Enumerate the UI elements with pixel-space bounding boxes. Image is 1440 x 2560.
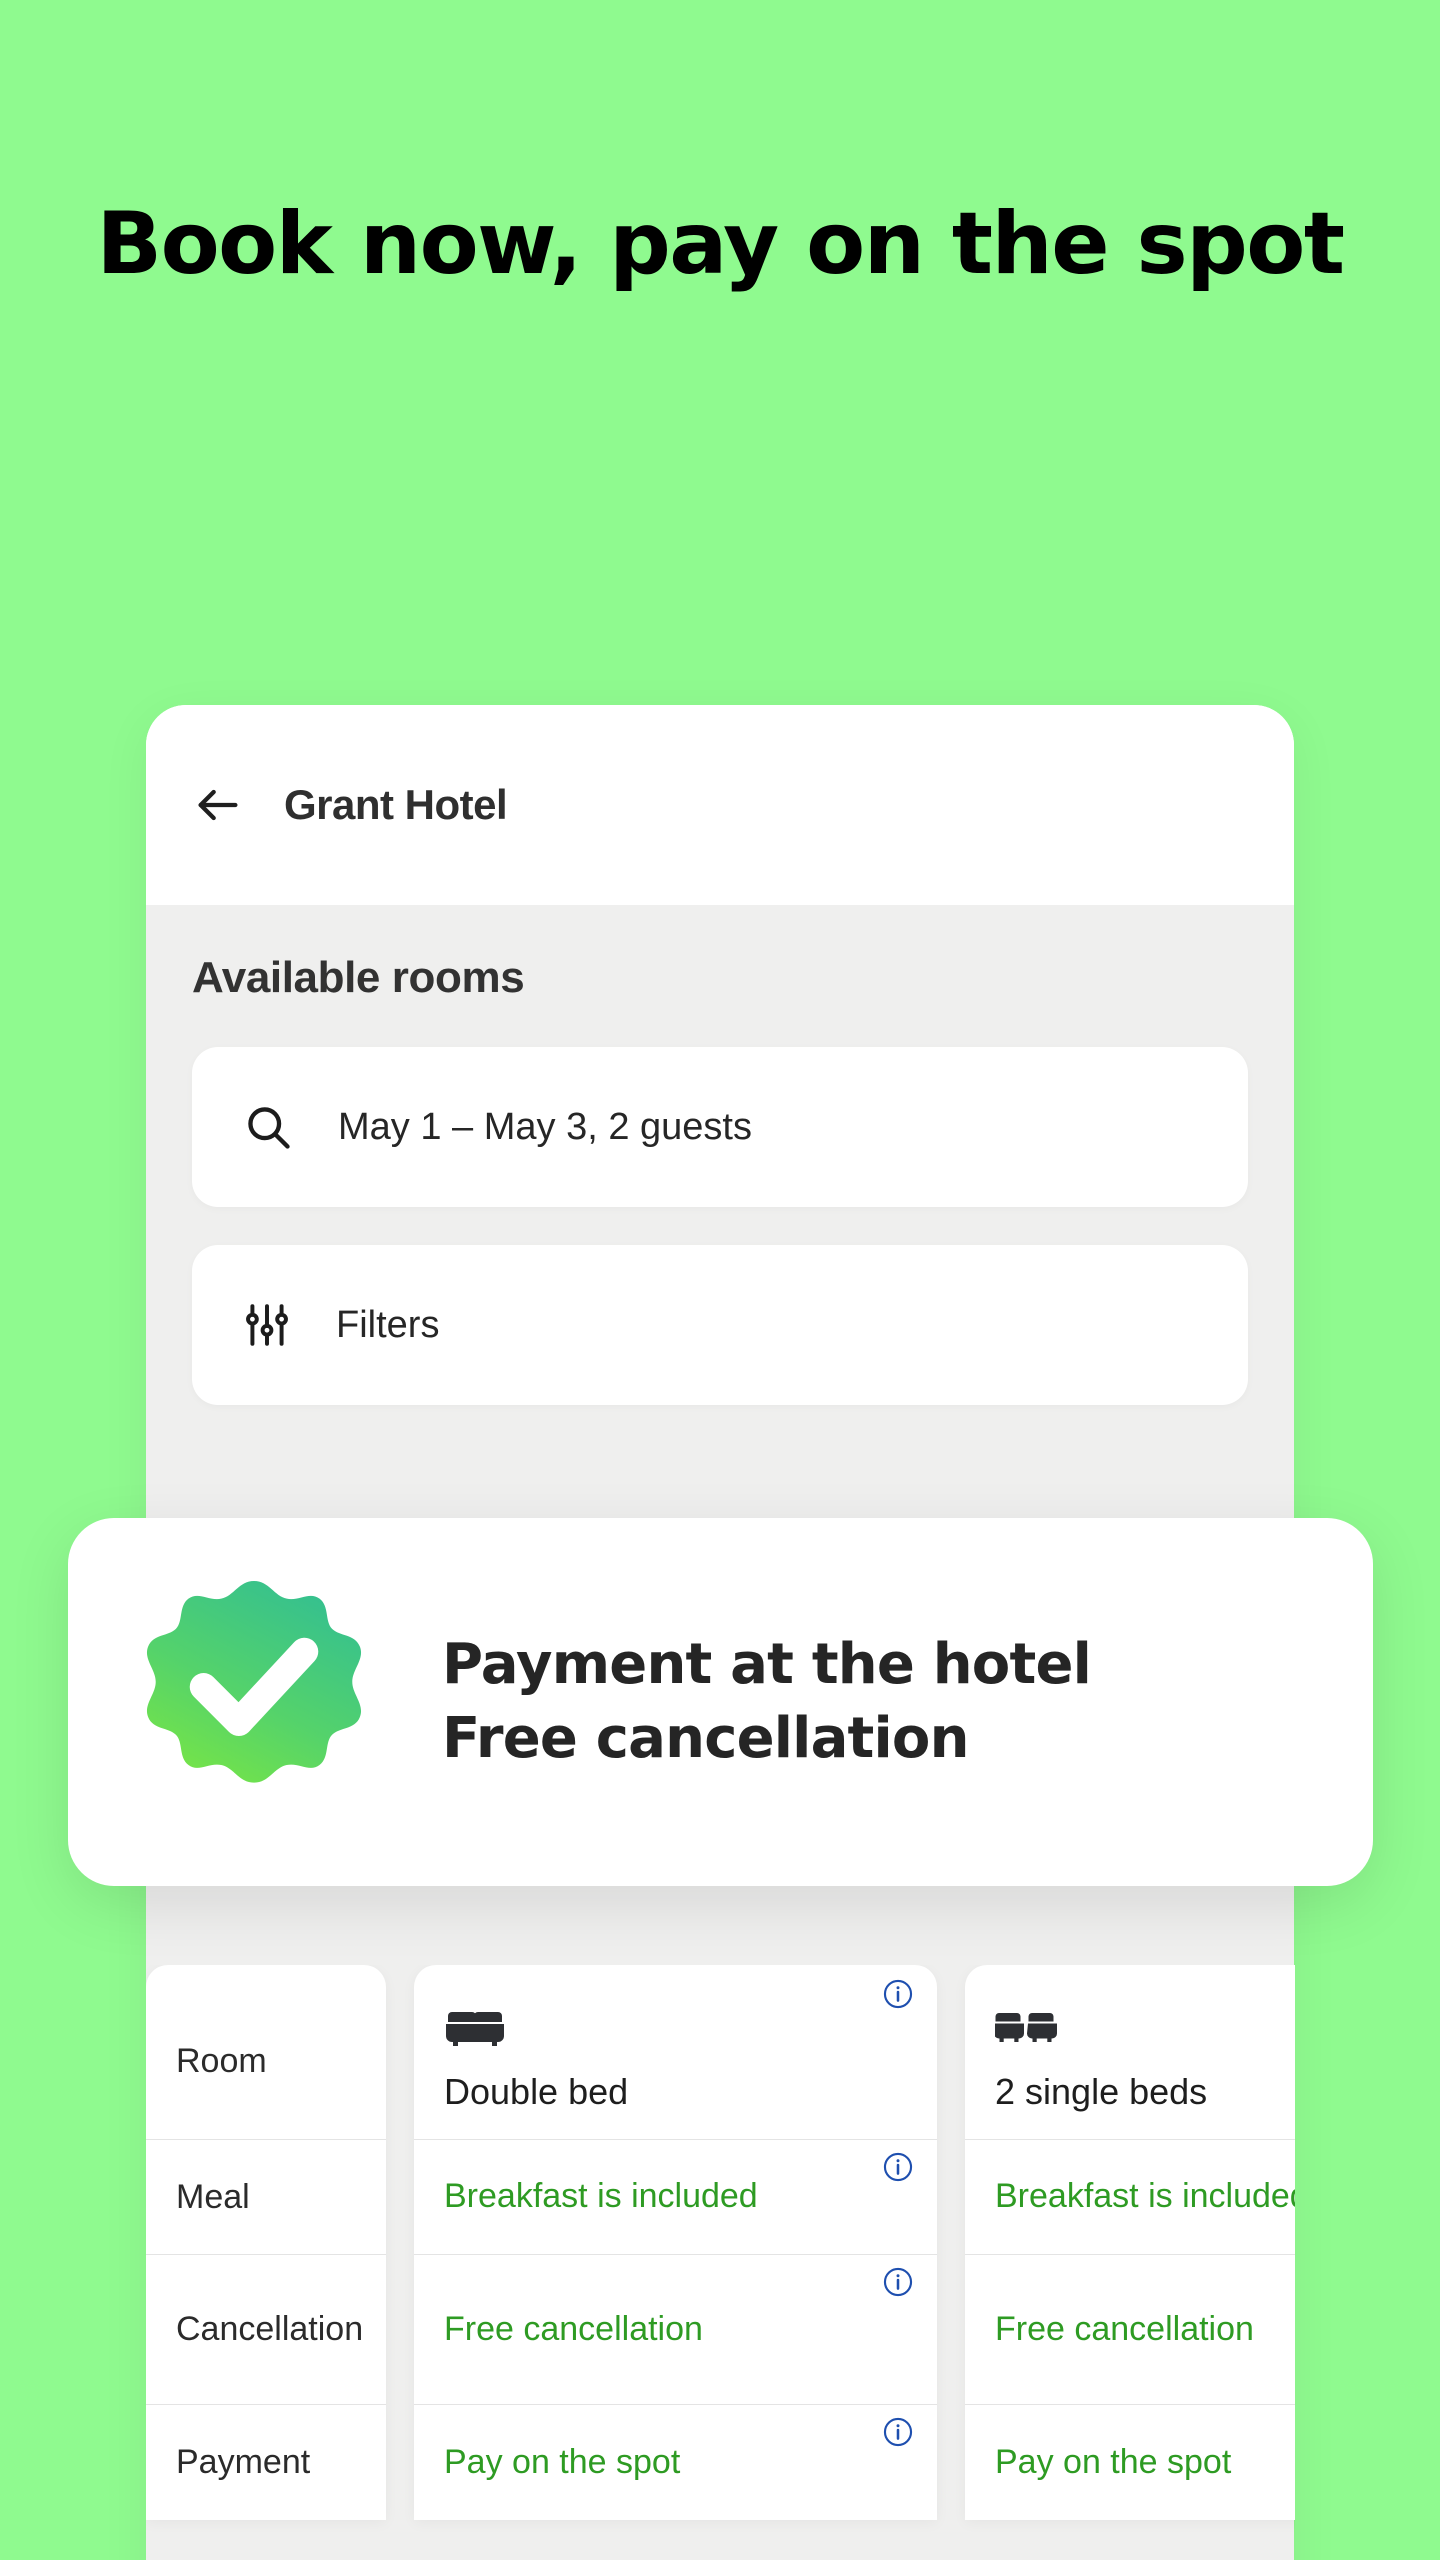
- table-cell-room: 2 single beds: [965, 1965, 1295, 2140]
- promo-line-2: Free cancellation: [442, 1706, 969, 1771]
- info-icon[interactable]: [881, 1977, 915, 2011]
- promo-line-1: Payment at the hotel: [442, 1632, 1092, 1698]
- row-label: Meal: [176, 2177, 250, 2216]
- verified-check-badge-icon: [128, 1576, 380, 1828]
- page-title: Book now, pay on the spot: [96, 194, 1345, 294]
- back-arrow-icon[interactable]: [192, 779, 244, 831]
- hotel-name: Grant Hotel: [284, 781, 508, 828]
- sliders-icon: [242, 1300, 292, 1350]
- room-name: 2 single beds: [995, 2070, 1208, 2112]
- table-cell-meal: Breakfast is included: [965, 2140, 1295, 2255]
- table-room-column[interactable]: Double bed Breakfast is included Free ca…: [414, 1965, 937, 2520]
- cell-value: Pay on the spot: [995, 2442, 1232, 2481]
- table-cell-payment: Pay on the spot: [414, 2405, 937, 2520]
- table-cell-room: Double bed: [414, 1965, 937, 2140]
- promo-text: Payment at the hotel Free cancellation: [442, 1628, 1092, 1776]
- table-cell-cancellation: Free cancellation: [414, 2255, 937, 2405]
- room-comparison-table: Room Meal Cancellation Payment Double be…: [146, 1965, 1295, 2560]
- table-label-column: Room Meal Cancellation Payment: [146, 1965, 386, 2520]
- table-row-header-meal: Meal: [146, 2140, 386, 2255]
- filters-button[interactable]: Filters: [192, 1245, 1248, 1405]
- search-field[interactable]: May 1 – May 3, 2 guests: [192, 1047, 1248, 1207]
- row-label: Payment: [176, 2443, 311, 2482]
- cell-value: Free cancellation: [444, 2309, 703, 2348]
- two-single-beds-icon: [994, 2010, 1295, 2055]
- table-cell-payment: Pay on the spot: [965, 2405, 1295, 2520]
- table-row-header-payment: Payment: [146, 2405, 386, 2520]
- filters-label: Filters: [336, 1303, 440, 1346]
- promo-card: Payment at the hotel Free cancellation: [68, 1518, 1373, 1886]
- cell-value: Breakfast is included: [995, 2177, 1295, 2216]
- cell-value: Breakfast is included: [444, 2177, 758, 2216]
- table-row-header-room: Room: [146, 1965, 386, 2140]
- search-icon: [242, 1101, 294, 1153]
- room-name: Double bed: [444, 2070, 629, 2112]
- app-header: Grant Hotel: [146, 705, 1294, 905]
- cell-value: Free cancellation: [995, 2309, 1254, 2348]
- section-title: Available rooms: [192, 953, 525, 1002]
- table-cell-meal: Breakfast is included: [414, 2140, 937, 2255]
- search-value: May 1 – May 3, 2 guests: [338, 1105, 752, 1148]
- double-bed-icon: [444, 2010, 907, 2055]
- cell-value: Pay on the spot: [444, 2442, 681, 2481]
- table-row-header-cancellation: Cancellation: [146, 2255, 386, 2405]
- info-icon[interactable]: [881, 2265, 915, 2299]
- row-label: Cancellation: [176, 2310, 364, 2349]
- info-icon[interactable]: [881, 2415, 915, 2449]
- row-label: Room: [176, 2041, 267, 2080]
- table-cell-cancellation: Free cancellation: [965, 2255, 1295, 2405]
- info-icon[interactable]: [881, 2150, 915, 2184]
- table-room-column[interactable]: 2 single beds Breakfast is included Free…: [965, 1965, 1295, 2520]
